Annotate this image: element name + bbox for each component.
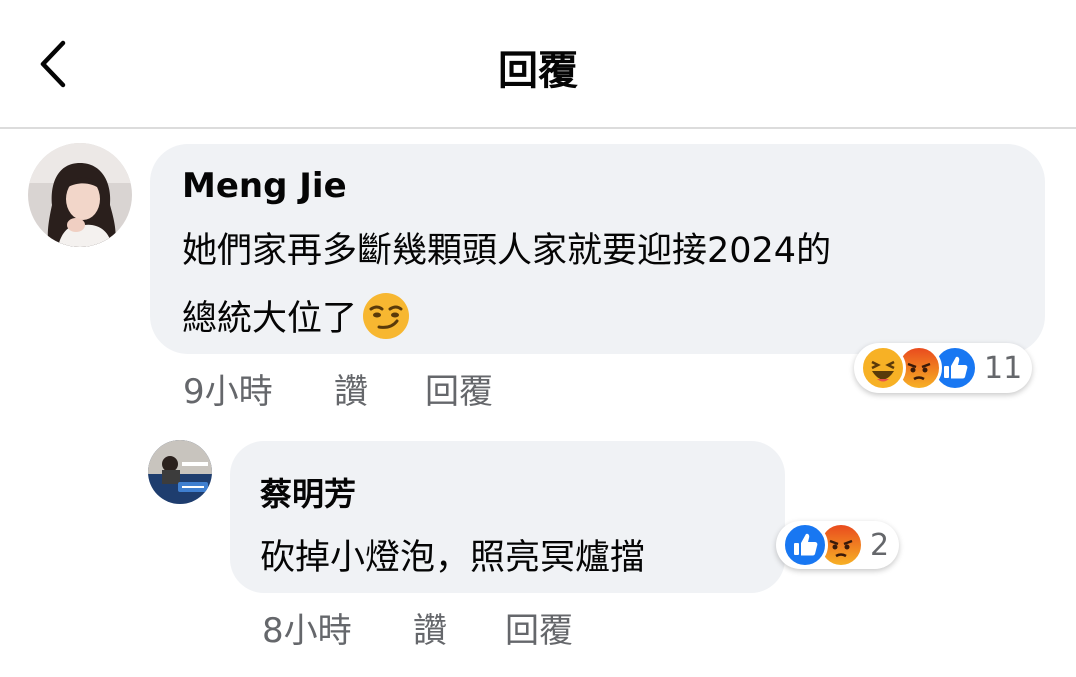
- comment-timestamp[interactable]: 9小時: [183, 364, 273, 413]
- reply-avatar[interactable]: [148, 440, 212, 504]
- comment-reply-button[interactable]: 回覆: [425, 364, 493, 413]
- reply-bubble[interactable]: 蔡明芳 砍掉小燈泡，照亮冥爐擋: [230, 441, 785, 593]
- page-title: 回覆: [498, 48, 578, 94]
- reply-text: 砍掉小燈泡，照亮冥爐擋: [260, 538, 646, 578]
- top-bar: 回覆: [0, 0, 1076, 129]
- haha-icon: [860, 345, 906, 391]
- reply-reactions[interactable]: 2: [776, 521, 900, 569]
- comment-like-button[interactable]: 讚: [334, 364, 368, 413]
- reply-reply-button[interactable]: 回覆: [505, 603, 573, 652]
- comment-reactions[interactable]: 11: [854, 343, 1033, 393]
- comment-text-line-2: 總統大位了: [182, 290, 411, 341]
- comment-author[interactable]: Meng Jie: [182, 166, 347, 206]
- comment-bubble[interactable]: Meng Jie 她們家再多斷幾顆頭人家就要迎接2024的 總統大位了: [150, 144, 1045, 354]
- smirk-face-icon: [363, 292, 410, 339]
- avatar[interactable]: [28, 143, 132, 247]
- reply-timestamp[interactable]: 8小時: [262, 603, 352, 652]
- comment-reaction-count: 11: [984, 350, 1023, 386]
- like-icon: [782, 522, 828, 568]
- comment-text-line-1: 她們家再多斷幾顆頭人家就要迎接2024的: [182, 231, 832, 271]
- comment-text-line-2-text: 總統大位了: [182, 299, 358, 339]
- reply-author[interactable]: 蔡明芳: [260, 469, 356, 515]
- reply-reaction-count: 2: [870, 527, 890, 563]
- reply-like-button[interactable]: 讚: [413, 603, 447, 652]
